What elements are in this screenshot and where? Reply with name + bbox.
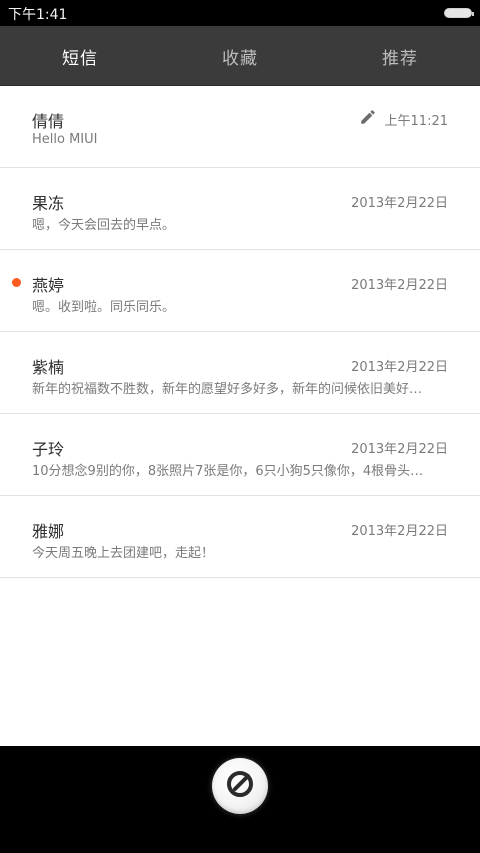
status-bar: 下午1:41 [0,0,480,26]
contact-name: 雅娜 [32,522,65,541]
battery-icon [444,8,474,18]
date-group: 上午11:21 [359,108,448,130]
unread-dot-icon [12,278,21,287]
status-time: 下午1:41 [8,7,68,23]
compose-icon [223,767,257,805]
pencil-icon [359,108,377,130]
message-date: 2013年2月22日 [351,360,448,375]
conversation-row[interactable]: 倩倩 上午11:21 Hello MIUI [0,86,480,168]
conversation-row[interactable]: 子玲 2013年2月22日 10分想念9别的你，8张照片7张是你，6只小狗5只像… [0,414,480,496]
contact-name: 子玲 [32,440,65,459]
conversation-row[interactable]: 紫楠 2013年2月22日 新年的祝福数不胜数，新年的愿望好多好多，新年的问候依… [0,332,480,414]
tab-recommended[interactable]: 推荐 [320,26,480,86]
message-preview: 嗯。收到啦。同乐同乐。 [32,300,176,315]
conversation-list: 倩倩 上午11:21 Hello MIUI 果冻 2013年2月22日 嗯，今天… [0,86,480,746]
conversation-row[interactable]: 果冻 2013年2月22日 嗯，今天会回去的早点。 [0,168,480,250]
message-preview: 今天周五晚上去团建吧，走起！ [32,546,215,561]
conversation-row[interactable]: 燕婷 2013年2月22日 嗯。收到啦。同乐同乐。 [0,250,480,332]
contact-name: 燕婷 [32,276,65,295]
message-preview: 10分想念9别的你，8张照片7张是你，6只小狗5只像你，4根骨头… [32,464,424,479]
message-date: 2013年2月22日 [351,196,448,211]
message-date: 2013年2月22日 [351,442,448,457]
message-preview: 新年的祝福数不胜数，新年的愿望好多好多，新年的问候依旧美好… [32,382,423,397]
message-preview: 嗯，今天会回去的早点。 [32,218,176,233]
contact-name: 倩倩 [32,112,65,131]
conversation-row[interactable]: 雅娜 2013年2月22日 今天周五晚上去团建吧，走起！ [0,496,480,578]
compose-button[interactable] [212,758,268,814]
message-date: 2013年2月22日 [351,524,448,539]
message-date: 2013年2月22日 [351,278,448,293]
bottom-bar [0,746,480,853]
contact-name: 紫楠 [32,358,65,377]
tab-favorites[interactable]: 收藏 [160,26,320,86]
contact-name: 果冻 [32,194,65,213]
tab-sms[interactable]: 短信 [0,26,160,86]
message-preview: Hello MIUI [32,132,98,147]
message-date: 上午11:21 [384,113,448,129]
tab-bar: 短信 收藏 推荐 [0,26,480,86]
